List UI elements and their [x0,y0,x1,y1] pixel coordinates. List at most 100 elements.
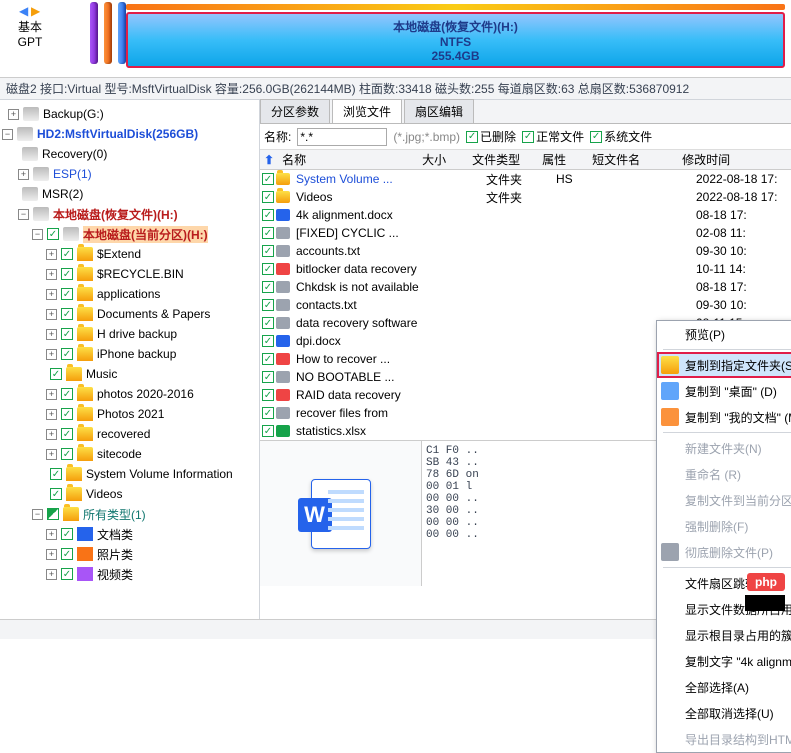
file-icon [276,245,290,257]
row-checkbox[interactable]: ✓ [262,263,274,275]
file-row[interactable]: ✓bitlocker data recovery10-11 14: [260,260,791,278]
ctx-copy-desktop[interactable]: 复制到 "桌面" (D) [657,378,791,404]
file-row[interactable]: ✓contacts.txt09-30 10: [260,296,791,314]
row-checkbox[interactable]: ✓ [262,407,274,419]
folder-icon [661,356,679,374]
context-menu: 预览(P) 复制到指定文件夹(S)... 复制到 "桌面" (D) 复制到 "我… [656,320,791,753]
row-checkbox[interactable]: ✓ [262,371,274,383]
tree-curpart[interactable]: 本地磁盘(当前分区)(H:) [83,226,208,243]
row-checkbox[interactable]: ✓ [262,191,274,203]
ctx-force-delete: 强制删除(F) [657,513,791,539]
partition-block[interactable]: 本地磁盘(恢复文件)(H:) NTFS 255.4GB [126,12,785,68]
row-checkbox[interactable]: ✓ [262,389,274,401]
ctx-copy-text[interactable]: 复制文字 "4k alignment.docx" 到剪贴板(C) [657,648,791,674]
ctx-select-all[interactable]: 全部选择(A) [657,674,791,700]
ctx-copy-current-partition: 复制文件到当前分区(W) [657,487,791,513]
tree-backup[interactable]: Backup(G:) [43,107,104,121]
name-filter-input[interactable] [297,128,387,146]
drive-icon [23,107,39,121]
row-checkbox[interactable]: ✓ [262,173,274,185]
tree-hd2[interactable]: HD2:MsftVirtualDisk(256GB) [37,127,198,141]
tree-esp[interactable]: ESP(1) [53,167,92,181]
checkbox-partial-icon[interactable] [47,508,59,520]
tab-sector-edit[interactable]: 扇区编辑 [404,99,474,123]
folder-icon [77,327,93,341]
tree-msr[interactable]: MSR(2) [42,187,83,201]
file-icon [276,299,290,311]
file-icon [276,407,290,419]
file-icon [276,335,290,347]
desktop-icon [661,382,679,400]
ctx-copy-documents[interactable]: 复制到 "我的文档" (M) [657,404,791,430]
file-icon [276,209,290,221]
file-row[interactable]: ✓System Volume ...文件夹HS2022-08-18 17: [260,170,791,188]
file-row[interactable]: ✓accounts.txt09-30 10: [260,242,791,260]
ctx-copy-to-folder[interactable]: 复制到指定文件夹(S)... [657,352,791,378]
ctx-perm-delete: 彻底删除文件(P) [657,539,791,565]
filter-bar: 名称: (*.jpg;*.bmp) ✓已删除 ✓正常文件 ✓系统文件 [260,124,791,150]
ctx-deselect-all[interactable]: 全部取消选择(U) [657,700,791,726]
file-icon [276,191,290,203]
file-icon [276,263,290,275]
file-name: statistics.xlsx [292,424,432,438]
file-row[interactable]: ✓Chkdsk is not available08-18 17: [260,278,791,296]
col-attr[interactable]: 属性 [538,151,588,168]
ctx-preview[interactable]: 预览(P) [657,321,791,347]
folder-icon [77,287,93,301]
col-type[interactable]: 文件类型 [468,151,538,168]
expand-icon[interactable]: + [8,109,19,120]
row-checkbox[interactable]: ✓ [262,299,274,311]
row-checkbox[interactable]: ✓ [262,209,274,221]
row-checkbox[interactable]: ✓ [262,335,274,347]
file-row[interactable]: ✓Videos文件夹2022-08-18 17: [260,188,791,206]
tab-partition-params[interactable]: 分区参数 [260,99,330,123]
name-filter-label: 名称: [264,128,291,145]
filter-system[interactable]: ✓系统文件 [590,128,652,145]
row-checkbox[interactable]: ✓ [262,317,274,329]
tab-browse-files[interactable]: 浏览文件 [332,99,402,123]
folder-icon [77,347,93,361]
ctx-cluster-root[interactable]: 显示根目录占用的簇列表 [657,622,791,648]
filter-deleted[interactable]: ✓已删除 [466,128,516,145]
partition-title: 本地磁盘(恢复文件)(H:) [393,18,518,35]
basic-label: 基本 [18,18,42,35]
file-row[interactable]: ✓[FIXED] CYCLIC ...02-08 11: [260,224,791,242]
file-icon [276,227,290,239]
up-folder-icon[interactable]: ⬆ [260,153,278,167]
watermark-block [745,595,785,611]
gpt-label: GPT [18,35,43,49]
file-name: accounts.txt [292,244,432,258]
drive-icon [22,147,38,161]
drive-icon [33,167,49,181]
filter-normal[interactable]: ✓正常文件 [522,128,584,145]
row-checkbox[interactable]: ✓ [262,245,274,257]
folder-icon [66,487,82,501]
row-checkbox[interactable]: ✓ [262,425,274,437]
nav-back-icon[interactable]: ◀ [19,4,29,18]
tree-recovery[interactable]: Recovery(0) [42,147,107,161]
row-checkbox[interactable]: ✓ [262,227,274,239]
file-row[interactable]: ✓4k alignment.docx08-18 17: [260,206,791,224]
col-size[interactable]: 大小 [418,151,468,168]
collapse-icon[interactable]: − [2,129,13,140]
tree-localdisk[interactable]: 本地磁盘(恢复文件)(H:) [53,206,178,223]
col-name[interactable]: 名称 [278,151,418,168]
file-icon [276,317,290,329]
disk-info-line: 磁盘2 接口:Virtual 型号:MsftVirtualDisk 容量:256… [0,78,791,100]
col-short[interactable]: 短文件名 [588,151,678,168]
file-name: contacts.txt [292,298,432,312]
folder-icon [77,267,93,281]
checkbox-icon[interactable]: ✓ [47,228,59,240]
nav-forward-icon[interactable]: ▶ [31,4,41,18]
file-icon [276,425,290,437]
folder-tree[interactable]: +Backup(G:) −HD2:MsftVirtualDisk(256GB) … [0,100,260,619]
row-checkbox[interactable]: ✓ [262,353,274,365]
file-name: How to recover ... [292,352,432,366]
drive-icon [63,227,79,241]
ctx-rename: 重命名 (R) [657,461,791,487]
col-mod[interactable]: 修改时间 [678,151,791,168]
row-checkbox[interactable]: ✓ [262,281,274,293]
ctx-export-html: 导出目录结构到HTML文件 [657,726,791,752]
partition-bars [90,2,126,75]
file-name: data recovery software [292,316,432,330]
